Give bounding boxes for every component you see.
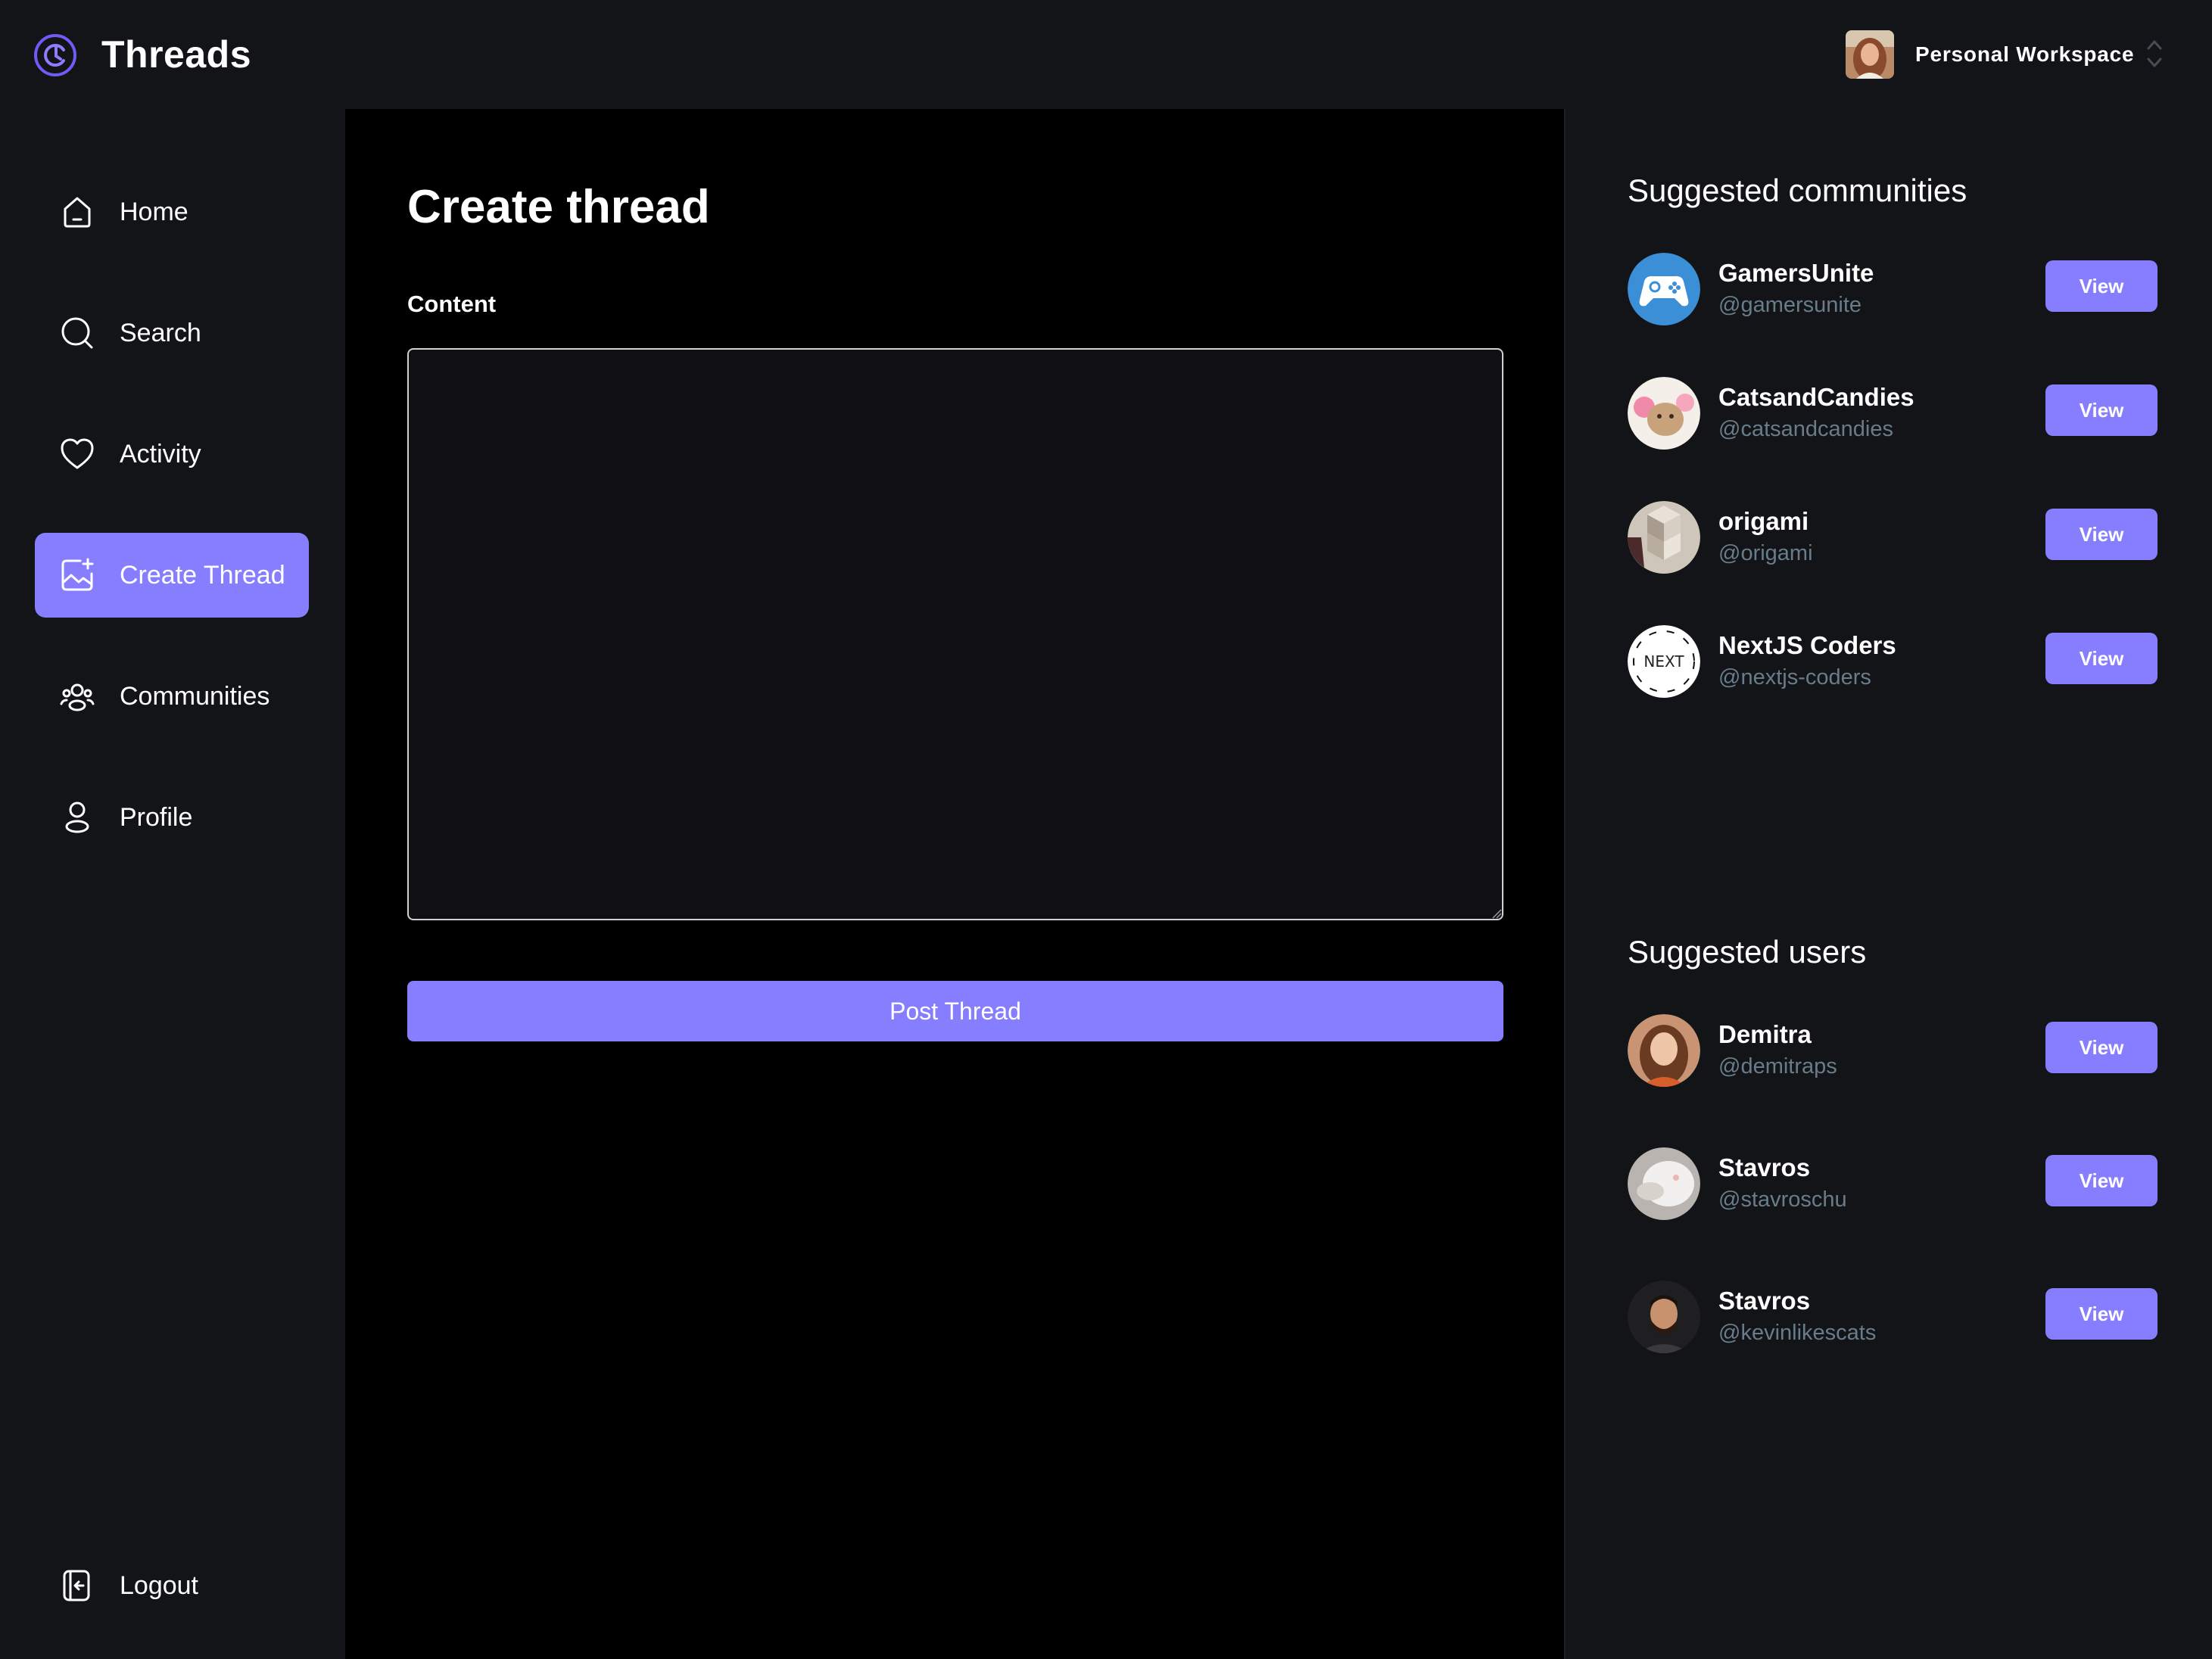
- workspace-name: Personal Workspace: [1915, 42, 2135, 66]
- workspace-switcher[interactable]: Personal Workspace: [1846, 29, 2164, 80]
- community-handle: @gamersunite: [1718, 293, 1862, 317]
- view-community-button[interactable]: View: [2045, 384, 2157, 436]
- suggested-communities-title: Suggested communities: [1628, 173, 1967, 208]
- community-handle: @origami: [1718, 541, 1813, 565]
- sidebar-item-label: Home: [120, 198, 188, 226]
- logout-button[interactable]: Logout: [35, 1543, 309, 1628]
- user-name: Stavros: [1718, 1287, 1811, 1315]
- heart-icon: [61, 438, 94, 469]
- content-label: Content: [407, 291, 497, 317]
- chevron-up-down-icon: [2147, 40, 2162, 67]
- sidebar-item-label: Communities: [120, 682, 270, 711]
- sidebar-item-home[interactable]: Home: [35, 170, 309, 254]
- logout-label: Logout: [120, 1571, 198, 1600]
- sidebar-item-label: Search: [120, 319, 201, 347]
- community-card: NEXT NextJS Coders @nextjs-coders View: [1628, 625, 2157, 701]
- community-name: CatsandCandies: [1718, 383, 1914, 411]
- user-name: Demitra: [1718, 1020, 1812, 1048]
- nextjs-avatar[interactable]: NEXT: [1628, 625, 1700, 698]
- sidebar-item-label: Activity: [120, 440, 201, 468]
- user-card: Stavros @stavroschu View: [1628, 1147, 2157, 1223]
- cat-avatar[interactable]: [1628, 377, 1700, 450]
- community-name: NextJS Coders: [1718, 631, 1896, 659]
- content-textarea[interactable]: [407, 348, 1503, 920]
- view-user-button[interactable]: View: [2045, 1022, 2157, 1073]
- top-bar: Threads Personal Workspace: [0, 0, 2212, 109]
- user-card: Stavros @kevinlikescats View: [1628, 1281, 2157, 1356]
- community-name: GamersUnite: [1718, 259, 1874, 287]
- sidebar-item-communities[interactable]: Communities: [35, 654, 309, 739]
- community-handle: @catsandcandies: [1718, 417, 1893, 441]
- home-icon: [64, 197, 91, 228]
- sidebar-item-search[interactable]: Search: [35, 291, 309, 375]
- sidebar-item-activity[interactable]: Activity: [35, 412, 309, 496]
- view-user-button[interactable]: View: [2045, 1288, 2157, 1340]
- threads-logo-icon[interactable]: [33, 33, 77, 77]
- workspace-avatar: [1846, 30, 1894, 79]
- search-icon: [61, 317, 93, 349]
- resize-grip-icon[interactable]: [1491, 908, 1502, 919]
- sidebar-item-create-thread[interactable]: Create Thread: [35, 533, 309, 618]
- community-handle: @nextjs-coders: [1718, 665, 1871, 689]
- stavros-avatar[interactable]: [1628, 1147, 1700, 1220]
- app-title[interactable]: Threads: [101, 29, 251, 80]
- sidebar-item-label: Create Thread: [120, 561, 285, 590]
- community-card: CatsandCandies @catsandcandies View: [1628, 377, 2157, 453]
- post-thread-button[interactable]: Post Thread: [407, 981, 1503, 1041]
- user-handle: @stavroschu: [1718, 1187, 1847, 1212]
- main-content: Create thread Content Post Thread: [345, 109, 1564, 1659]
- view-community-button[interactable]: View: [2045, 260, 2157, 312]
- users-icon: [60, 683, 95, 711]
- user-name: Stavros: [1718, 1153, 1811, 1181]
- gamepad-avatar[interactable]: [1628, 253, 1700, 325]
- user-handle: @demitraps: [1718, 1054, 1837, 1079]
- left-sidebar: Home Search Activity Create Thread Commu…: [0, 109, 345, 1659]
- page-title: Create thread: [407, 181, 710, 233]
- create-image-icon: [61, 558, 94, 591]
- logout-icon: [63, 1570, 90, 1601]
- view-community-button[interactable]: View: [2045, 633, 2157, 684]
- right-sidebar: Suggested communities GamersUnite @gamer…: [1564, 109, 2212, 1659]
- origami-avatar[interactable]: [1628, 501, 1700, 574]
- suggested-users-title: Suggested users: [1628, 934, 1867, 970]
- sidebar-item-profile[interactable]: Profile: [35, 775, 309, 860]
- community-name: origami: [1718, 507, 1809, 535]
- sidebar-item-label: Profile: [120, 803, 193, 832]
- view-community-button[interactable]: View: [2045, 509, 2157, 560]
- user-icon: [65, 801, 89, 833]
- community-card: GamersUnite @gamersunite View: [1628, 253, 2157, 328]
- kevin-avatar[interactable]: [1628, 1281, 1700, 1353]
- user-card: Demitra @demitraps View: [1628, 1014, 2157, 1090]
- demitra-avatar[interactable]: [1628, 1014, 1700, 1087]
- nextjs-avatar-text: NEXT: [1643, 652, 1684, 671]
- community-card: origami @origami View: [1628, 501, 2157, 577]
- user-handle: @kevinlikescats: [1718, 1321, 1877, 1345]
- view-user-button[interactable]: View: [2045, 1155, 2157, 1206]
